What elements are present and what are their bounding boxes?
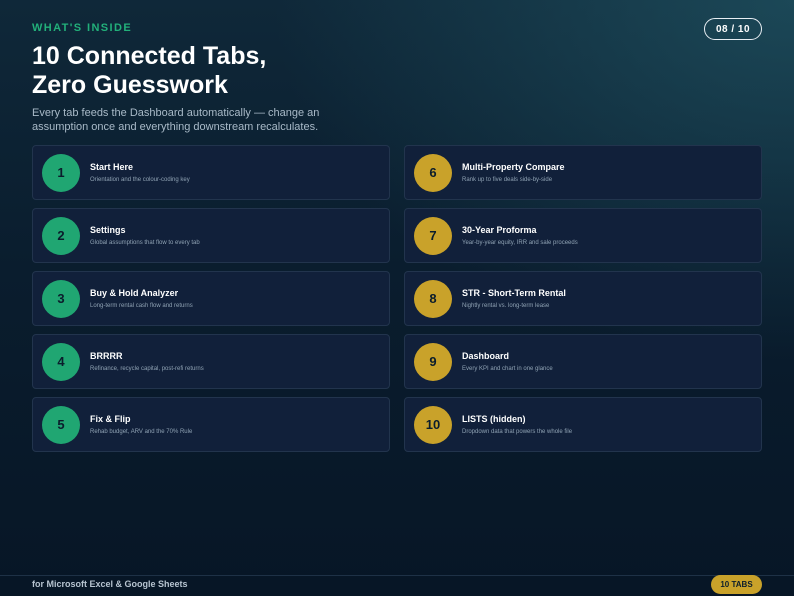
- tab-number-badge: 4: [42, 342, 80, 381]
- tab-card-buy-hold-analyzer: 3 Buy & Hold Analyzer Long-term rental c…: [32, 271, 390, 326]
- tab-number-badge: 6: [414, 153, 452, 192]
- tab-card-text: Dashboard Every KPI and chart in one gla…: [462, 350, 553, 373]
- footer-divider: [0, 575, 794, 576]
- tab-card-title: STR - Short-Term Rental: [462, 288, 566, 298]
- tab-card-fix-flip: 5 Fix & Flip Rehab budget, ARV and the 7…: [32, 397, 390, 452]
- tab-card-title: Multi-Property Compare: [462, 162, 565, 172]
- tab-card-title: BRRRR: [90, 351, 123, 361]
- tab-card-start-here: 1 Start Here Orientation and the colour-…: [32, 145, 390, 200]
- tab-card-str-short-term-rental: 8 STR - Short-Term Rental Nightly rental…: [404, 271, 762, 326]
- tab-card-description: Year-by-year equity, IRR and sale procee…: [462, 240, 578, 246]
- tab-card-brrrr: 4 BRRRR Refinance, recycle capital, post…: [32, 334, 390, 389]
- tab-card-text: BRRRR Refinance, recycle capital, post-r…: [90, 350, 204, 373]
- tab-card-text: Settings Global assumptions that flow to…: [90, 224, 200, 247]
- tab-card-description: Nightly rental vs. long-term lease: [462, 303, 550, 309]
- tab-card-text: Start Here Orientation and the colour-co…: [90, 161, 190, 184]
- tab-card-description: Dropdown data that powers the whole file: [462, 429, 573, 435]
- section-eyebrow: WHAT'S INSIDE: [32, 22, 133, 34]
- tab-number-badge: 1: [42, 153, 80, 192]
- tab-card-text: Fix & Flip Rehab budget, ARV and the 70%…: [90, 413, 192, 436]
- tab-card-lists-hidden: 10 LISTS (hidden) Dropdown data that pow…: [404, 397, 762, 452]
- page-title-line-2: Zero Guesswork: [32, 71, 228, 99]
- tab-card-text: 30-Year Proforma Year-by-year equity, IR…: [462, 224, 578, 247]
- tab-card-text: Multi-Property Compare Rank up to five d…: [462, 161, 565, 184]
- tab-card-title: Dashboard: [462, 351, 510, 361]
- tab-card-text: STR - Short-Term Rental Nightly rental v…: [462, 287, 566, 310]
- page-indicator: 08 / 10: [704, 18, 762, 40]
- tab-card-dashboard: 9 Dashboard Every KPI and chart in one g…: [404, 334, 762, 389]
- tab-card-title: Fix & Flip: [90, 414, 131, 424]
- tab-card-title: Buy & Hold Analyzer: [90, 288, 179, 298]
- tab-card-title: 30-Year Proforma: [462, 225, 537, 235]
- tab-number-badge: 7: [414, 216, 452, 255]
- page-subtitle: Every tab feeds the Dashboard automatica…: [32, 107, 320, 133]
- tab-card-description: Long-term rental cash flow and returns: [90, 303, 193, 309]
- tab-card-title: LISTS (hidden): [462, 414, 526, 424]
- tab-number-badge: 2: [42, 216, 80, 255]
- tab-card-description: Global assumptions that flow to every ta…: [90, 240, 200, 246]
- tab-card-title: Settings: [90, 225, 126, 235]
- tab-card-settings: 2 Settings Global assumptions that flow …: [32, 208, 390, 263]
- tab-number-badge: 5: [42, 405, 80, 444]
- tab-card-30-year-proforma: 7 30-Year Proforma Year-by-year equity, …: [404, 208, 762, 263]
- footer-platform-text: for Microsoft Excel & Google Sheets: [32, 579, 188, 589]
- tab-card-description: Refinance, recycle capital, post-refi re…: [90, 366, 204, 372]
- page-title-line-1: 10 Connected Tabs,: [32, 42, 267, 70]
- tab-card-title: Start Here: [90, 162, 134, 172]
- tab-card-description: Rehab budget, ARV and the 70% Rule: [90, 429, 193, 435]
- tab-number-badge: 9: [414, 342, 452, 381]
- tabs-grid: 1 Start Here Orientation and the colour-…: [32, 145, 762, 452]
- page-title: 10 Connected Tabs, Zero Guesswork: [32, 42, 266, 100]
- tab-card-text: Buy & Hold Analyzer Long-term rental cas…: [90, 287, 193, 310]
- footer-tab-count-badge: 10 TABS: [711, 575, 762, 594]
- tab-card-description: Orientation and the colour-coding key: [90, 177, 190, 183]
- tab-card-description: Rank up to five deals side-by-side: [462, 177, 553, 183]
- tab-number-badge: 3: [42, 279, 80, 318]
- tab-card-description: Every KPI and chart in one glance: [462, 366, 553, 372]
- tab-number-badge: 8: [414, 279, 452, 318]
- tab-card-multi-property-compare: 6 Multi-Property Compare Rank up to five…: [404, 145, 762, 200]
- tab-number-badge: 10: [414, 405, 452, 444]
- tab-card-text: LISTS (hidden) Dropdown data that powers…: [462, 413, 572, 436]
